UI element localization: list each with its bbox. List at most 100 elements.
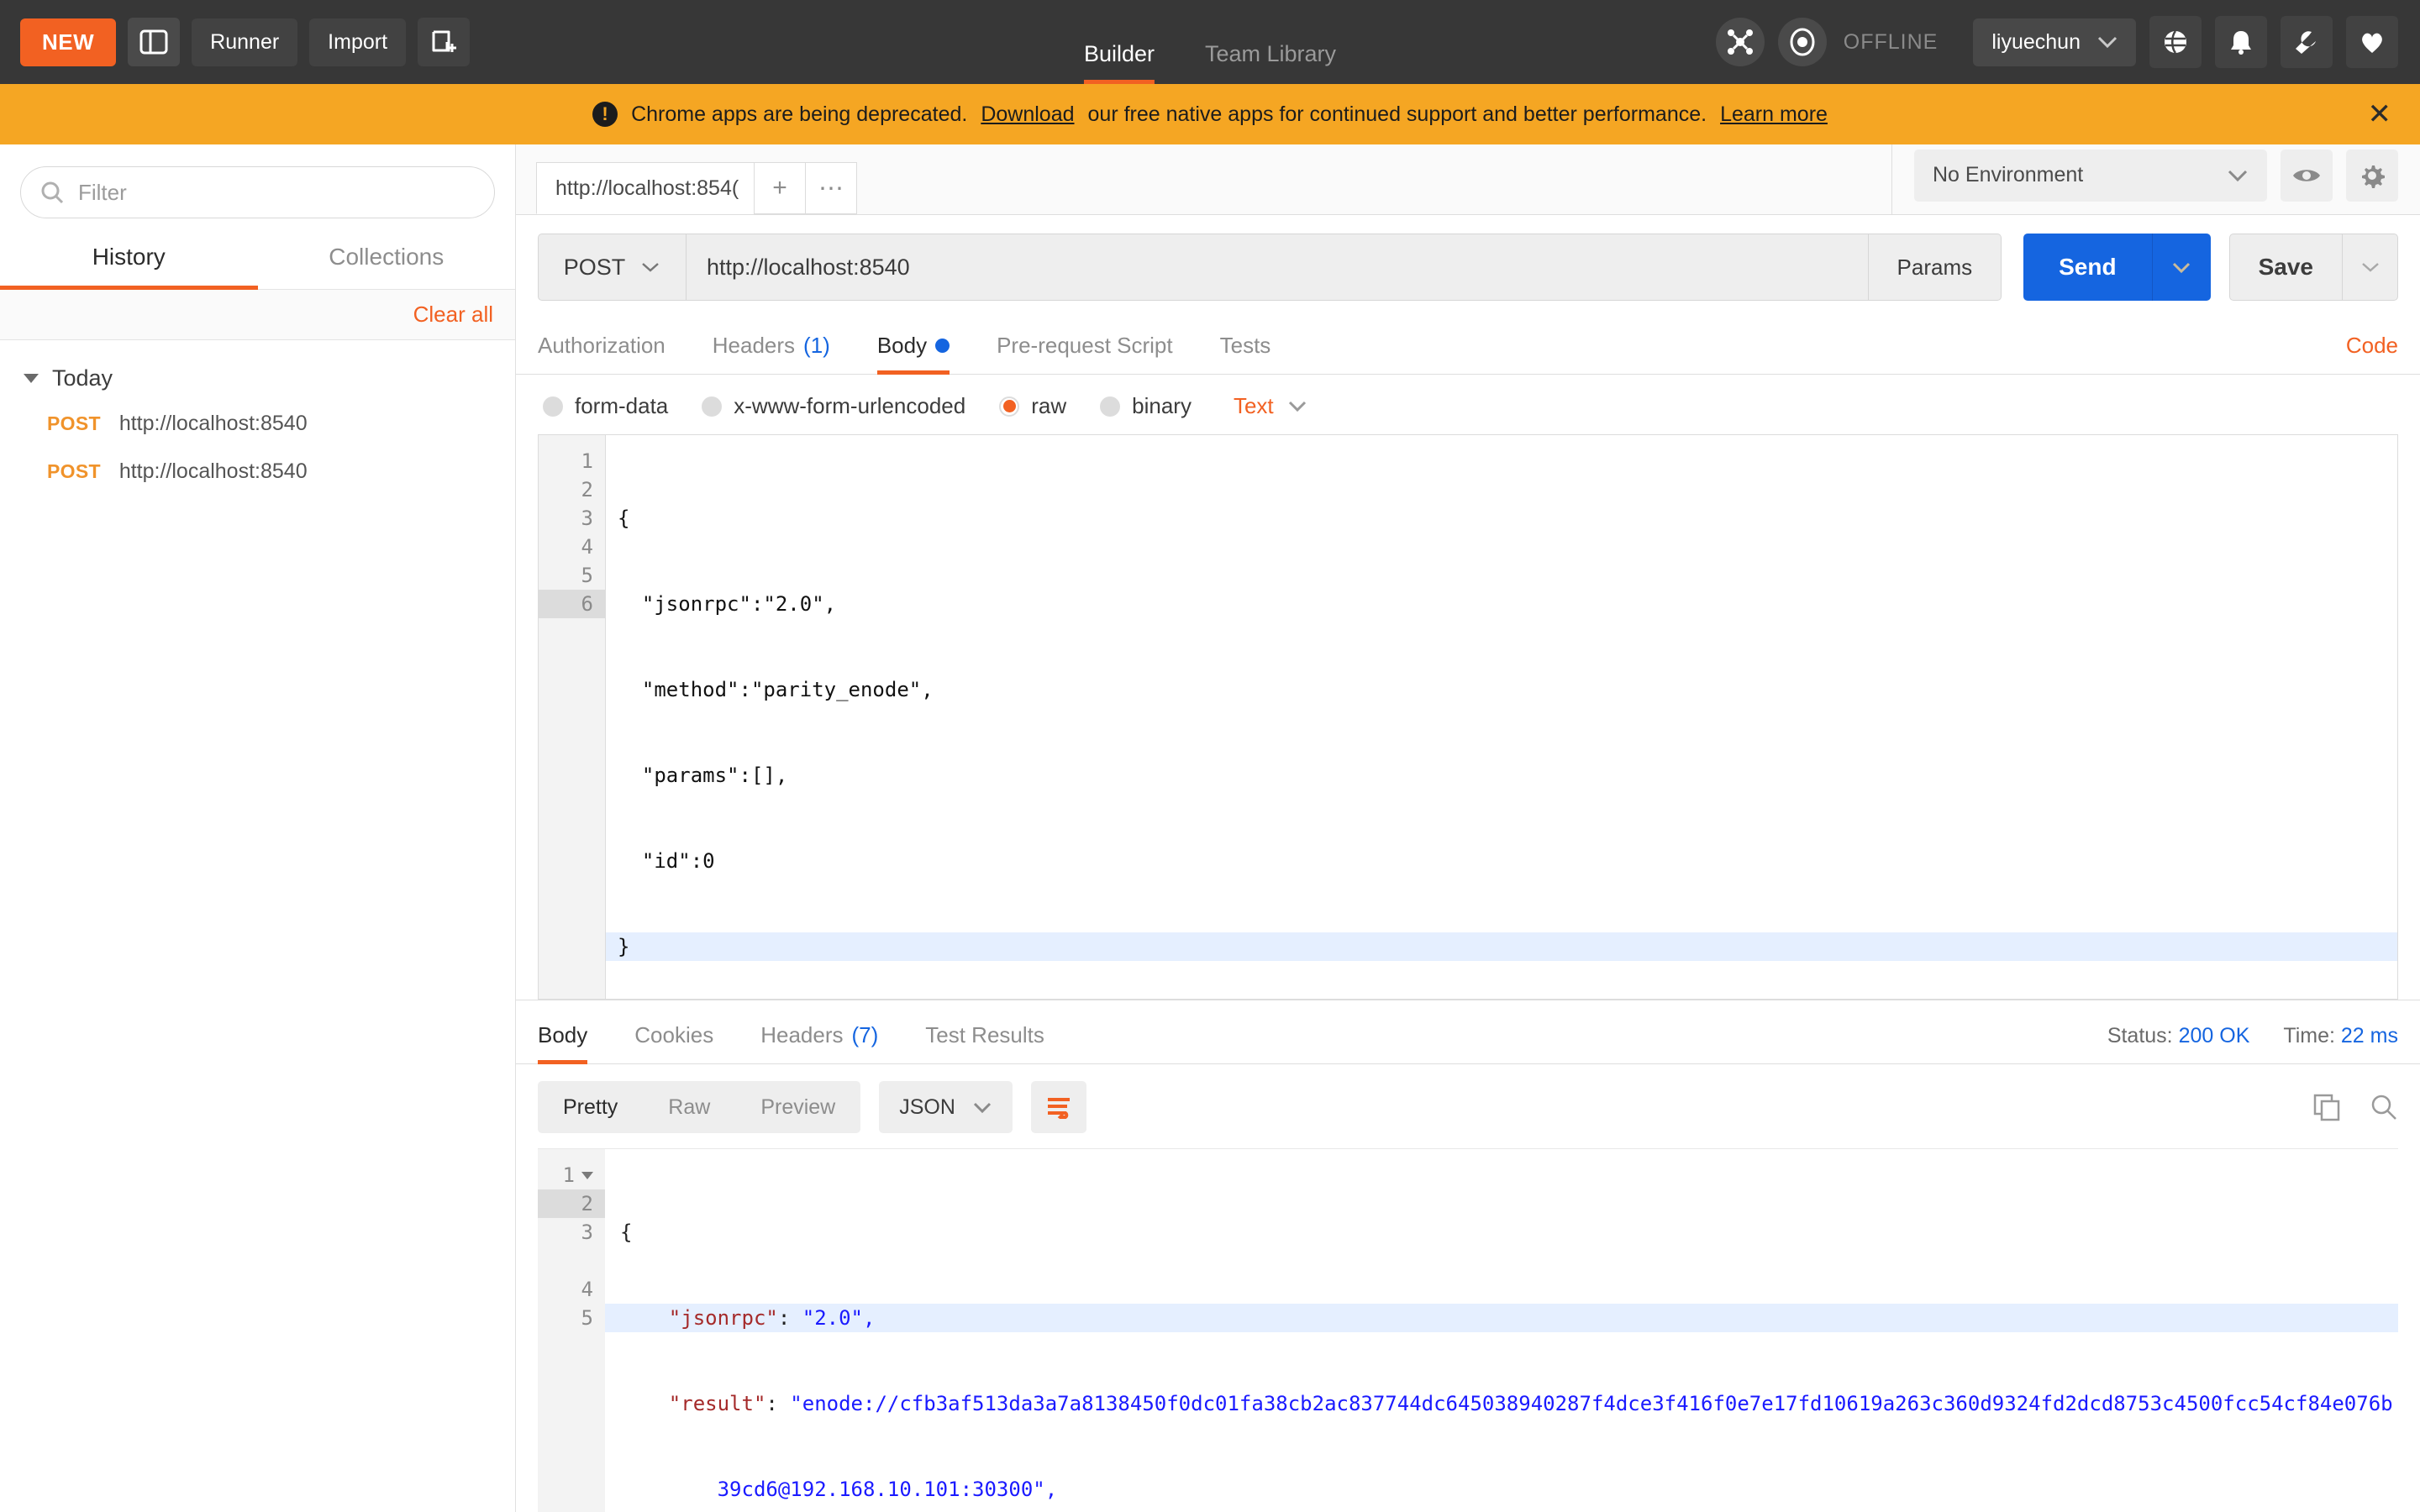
word-wrap-button[interactable]	[1030, 1081, 1086, 1133]
main-area: Filter History Collections Clear all Tod…	[0, 144, 2420, 1512]
more-tabs-button[interactable]: ⋯	[805, 162, 857, 214]
sync-icon	[1727, 29, 1753, 55]
request-body-code[interactable]: { "jsonrpc":"2.0", "method":"parity_enod…	[606, 435, 2397, 999]
history-group: Today POST http://localhost:8540 POST ht…	[0, 340, 515, 496]
search-input[interactable]: Filter	[20, 166, 495, 218]
body-modified-dot-icon	[935, 339, 950, 353]
tab-body[interactable]: Body	[854, 333, 973, 375]
send-button[interactable]: Send	[2023, 234, 2152, 301]
top-bar-right: OFFLINE liyuechun	[1715, 16, 2420, 68]
search-icon	[41, 181, 64, 204]
connection-status-button[interactable]	[1777, 18, 1827, 66]
tab-headers[interactable]: Headers (1)	[689, 333, 854, 374]
add-tab-button[interactable]: +	[754, 162, 806, 214]
url-input[interactable]: http://localhost:8540	[686, 234, 1869, 301]
line-number-row[interactable]: 1	[538, 1161, 593, 1189]
request-tab-strip: http://localhost:854( + ⋯ No Environment	[516, 144, 2420, 215]
tab-pre-request-script[interactable]: Pre-request Script	[973, 333, 1197, 374]
body-type-form-data-label: form-data	[575, 393, 669, 418]
environment-select[interactable]: No Environment	[1914, 149, 2267, 202]
top-tab-team-library[interactable]: Team Library	[1205, 13, 1336, 84]
banner-content: ! Chrome apps are being deprecated. Down…	[592, 102, 1828, 127]
response-toolbar: Pretty Raw Preview JSON	[516, 1064, 2420, 1148]
response-format-select[interactable]: JSON	[879, 1081, 1013, 1133]
response-body-code[interactable]: { "jsonrpc": "2.0", "result": "enode://c…	[605, 1149, 2398, 1512]
view-mode-preview[interactable]: Preview	[735, 1095, 860, 1120]
fold-caret-icon[interactable]	[581, 1171, 593, 1179]
top-tab-builder[interactable]: Builder	[1083, 13, 1155, 84]
response-tab-test-results[interactable]: Test Results	[902, 1022, 1068, 1063]
method-select[interactable]: POST	[538, 234, 686, 301]
tab-body-label: Body	[876, 333, 928, 358]
import-button[interactable]: Import	[309, 18, 407, 66]
response-body-editor[interactable]: 1 2 3 4 5 {"jsonrpc": "2.0", "result": …	[538, 1148, 2398, 1512]
environment-settings-button[interactable]	[2346, 149, 2398, 202]
runner-button[interactable]: Runner	[192, 18, 298, 66]
code-link[interactable]: Code	[2346, 333, 2398, 374]
code-line: "jsonrpc":"2.0",	[618, 592, 837, 616]
send-options-button[interactable]	[2151, 234, 2211, 301]
clear-all-button[interactable]: Clear all	[413, 302, 493, 328]
params-button[interactable]: Params	[1868, 234, 2002, 301]
new-button[interactable]: NEW	[20, 18, 117, 66]
raw-format-select[interactable]: Text	[1234, 393, 1307, 419]
list-item[interactable]: POST http://localhost:8540	[0, 400, 515, 448]
banner-learn-more-link[interactable]: Learn more	[1720, 102, 1828, 127]
response-tab-cookies[interactable]: Cookies	[611, 1022, 737, 1063]
chevron-down-icon	[24, 374, 39, 383]
new-tab-button[interactable]	[418, 18, 471, 66]
request-tabs-left: http://localhost:854( + ⋯	[516, 144, 857, 214]
code-line: {	[620, 1218, 2398, 1247]
tab-authorization[interactable]: Authorization	[538, 333, 689, 374]
body-type-urlencoded[interactable]: x-www-form-urlencoded	[702, 393, 965, 419]
body-type-form-data[interactable]: form-data	[543, 393, 668, 419]
eye-icon	[2293, 169, 2320, 181]
copy-button[interactable]	[2312, 1093, 2341, 1121]
history-group-label: Today	[52, 365, 113, 391]
settings-wrench-button[interactable]	[2281, 16, 2333, 68]
banner-text-middle: our free native apps for continued suppo…	[1087, 102, 1707, 126]
request-body-editor[interactable]: 1 2 3 4 5 6 { "jsonrpc":"2.0", "method":…	[538, 434, 2398, 1000]
list-item[interactable]: POST http://localhost:8540	[0, 448, 515, 496]
response-tab-body[interactable]: Body	[538, 1022, 611, 1064]
close-icon[interactable]: ✕	[2368, 100, 2392, 129]
body-type-binary[interactable]: binary	[1100, 393, 1192, 419]
sync-button[interactable]	[1715, 18, 1765, 66]
line-number: 5	[581, 564, 593, 587]
response-tab-headers[interactable]: Headers (7)	[737, 1022, 902, 1063]
sidebar-toggle-button[interactable]	[128, 18, 181, 66]
save-button[interactable]: Save	[2228, 234, 2343, 301]
history-group-header[interactable]: Today	[0, 357, 515, 400]
deprecation-banner: ! Chrome apps are being deprecated. Down…	[0, 84, 2420, 144]
line-number-selected: 6	[539, 590, 605, 618]
status-label: Status:	[2107, 1024, 2173, 1047]
response-editor-gutter: 1 2 3 4 5	[538, 1149, 605, 1512]
radio-icon	[702, 396, 723, 417]
save-group: Save	[2228, 234, 2398, 301]
banner-text-before: Chrome apps are being deprecated.	[631, 102, 968, 126]
environment-quick-look-button[interactable]	[2281, 149, 2333, 202]
search-button[interactable]	[2370, 1093, 2398, 1121]
radio-icon	[543, 396, 563, 417]
code-line: "method":"parity_enode",	[618, 678, 934, 701]
postman-app: NEW Runner Import Builder Team Library O…	[0, 0, 2420, 1512]
globe-button[interactable]	[2149, 16, 2202, 68]
user-menu-button[interactable]: liyuechun	[1973, 18, 2136, 66]
request-response-pane: http://localhost:854( + ⋯ No Environment	[516, 144, 2420, 1512]
code-sep: :	[765, 1392, 791, 1415]
sidebar-tab-collections[interactable]: Collections	[258, 232, 516, 289]
chevron-down-icon	[2228, 170, 2248, 181]
save-options-button[interactable]	[2343, 234, 2398, 301]
sidebar-tab-history[interactable]: History	[0, 232, 258, 290]
favorites-button[interactable]	[2346, 16, 2398, 68]
tab-tests[interactable]: Tests	[1197, 333, 1295, 374]
view-mode-pretty[interactable]: Pretty	[538, 1095, 643, 1120]
body-type-raw[interactable]: raw	[999, 393, 1066, 419]
view-mode-raw[interactable]: Raw	[643, 1095, 735, 1120]
sidebar: Filter History Collections Clear all Tod…	[0, 144, 516, 1512]
clear-all-row: Clear all	[0, 290, 515, 340]
code-sep: :	[777, 1306, 802, 1330]
request-tab[interactable]: http://localhost:854(	[536, 162, 755, 214]
banner-download-link[interactable]: Download	[981, 102, 1074, 127]
notifications-button[interactable]	[2215, 16, 2267, 68]
